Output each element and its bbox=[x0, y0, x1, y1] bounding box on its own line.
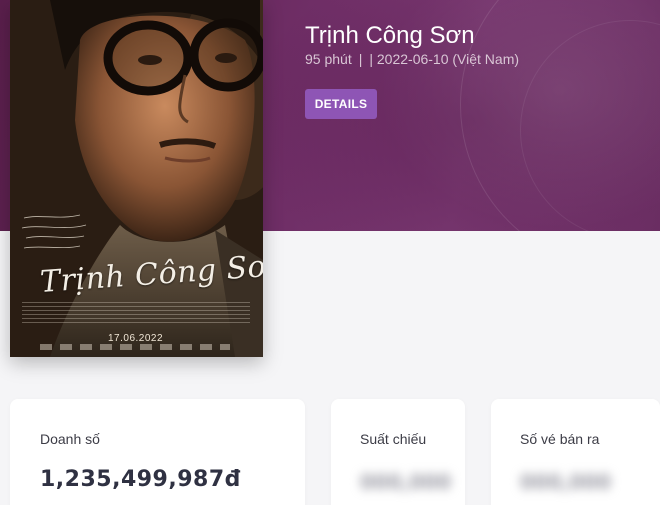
stat-card-tickets: Số vé bán ra 000,000 bbox=[491, 399, 660, 505]
poster-credits bbox=[22, 302, 250, 326]
poster-release-date: 17.06.2022 bbox=[108, 333, 164, 344]
stat-value: 1,235,499,987đ bbox=[40, 467, 241, 492]
movie-meta: 95 phút | | 2022-06-10 (Việt Nam) bbox=[305, 51, 519, 67]
movie-poster[interactable]: Trịnh Công Sơn 17.06.2022 bbox=[10, 0, 263, 357]
stat-card-screenings: Suất chiếu 000,000 bbox=[331, 399, 465, 505]
stat-value-blurred: 000,000 bbox=[520, 470, 612, 494]
movie-title: Trịnh Công Sơn bbox=[305, 22, 475, 49]
details-button[interactable]: DETAILS bbox=[305, 89, 377, 119]
meta-separator: | bbox=[358, 51, 363, 67]
stat-value-blurred: 000,000 bbox=[360, 470, 452, 494]
movie-duration: 95 phút bbox=[305, 51, 352, 67]
movie-release-date: | 2022-06-10 (Việt Nam) bbox=[369, 51, 520, 67]
poster-logos bbox=[40, 344, 230, 350]
stat-label: Suất chiếu bbox=[360, 431, 427, 447]
stat-label: Doanh số bbox=[40, 431, 100, 447]
stat-card-revenue: Doanh số 1,235,499,987đ bbox=[10, 399, 305, 505]
stat-label: Số vé bán ra bbox=[520, 431, 600, 447]
